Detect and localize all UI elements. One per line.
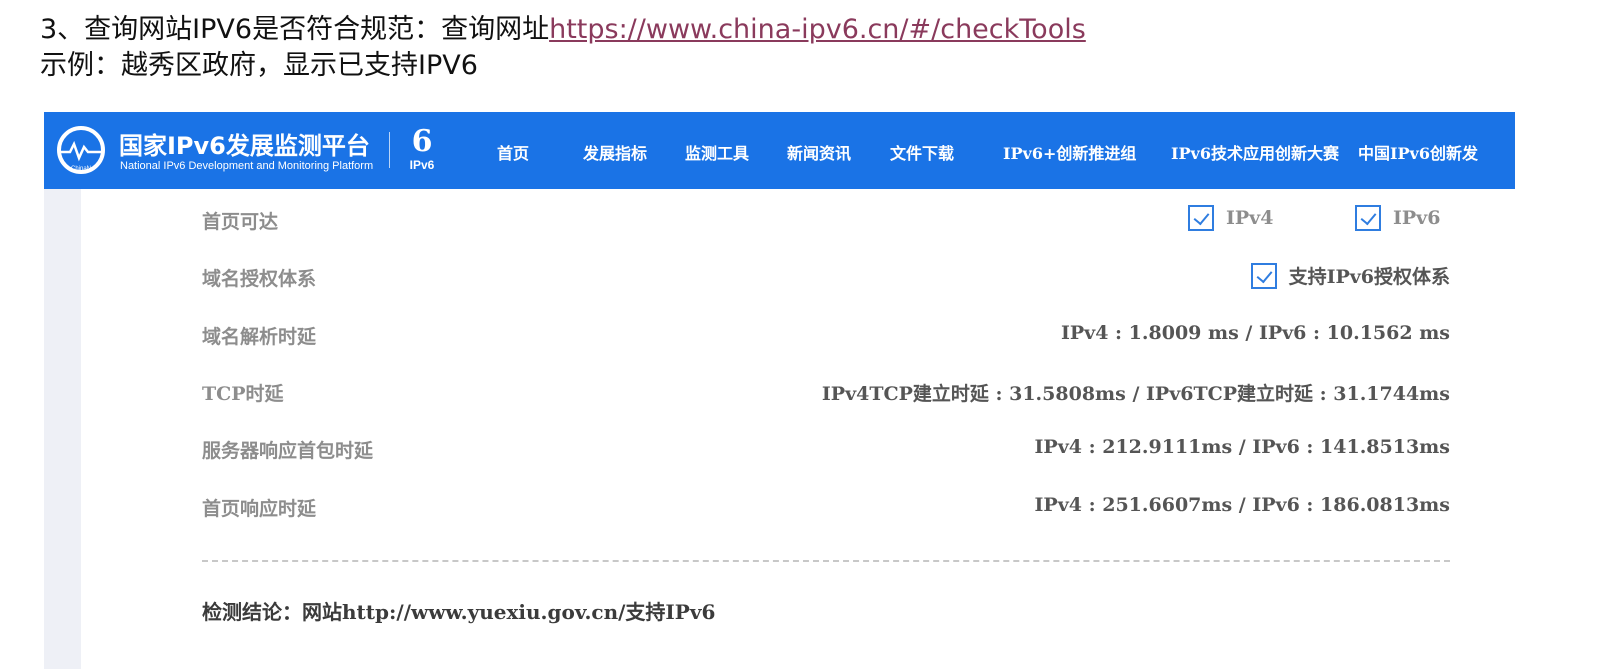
logo-circle-text: ChinaN <box>71 166 91 172</box>
row-value: IPv4 : 1.8009 ms / IPv6 : 10.1562 ms <box>1060 322 1450 344</box>
row-value: IPv4TCP建立时延 : 31.5808ms / IPv6TCP建立时延 : … <box>821 383 1450 405</box>
result-row: 服务器响应首包时延 IPv4 : 212.9111ms / IPv6 : 141… <box>202 436 1450 466</box>
nav-item-tools[interactable]: 监测工具 <box>685 140 749 164</box>
monitor-circle-icon: ChinaN <box>57 126 105 174</box>
ipv6-auth-check[interactable]: 支持IPv6授权体系 <box>1250 262 1450 289</box>
result-row: 域名解析时延 IPv4 : 1.8009 ms / IPv6 : 10.1562… <box>202 322 1450 352</box>
check-label: IPv6 <box>1393 207 1441 229</box>
result-row: TCP时延 IPv4TCP建立时延 : 31.5808ms / IPv6TCP建… <box>202 379 1450 409</box>
row-label: 域名授权体系 <box>202 268 317 290</box>
site-navbar: ChinaN 国家IPv6发展监测平台 National IPv6 Develo… <box>44 112 1515 189</box>
check-label: 支持IPv6授权体系 <box>1288 266 1450 288</box>
row-label: 首页响应时延 <box>202 498 317 520</box>
nav-item-indicators[interactable]: 发展指标 <box>583 140 647 164</box>
check-label: IPv4 <box>1226 207 1274 229</box>
checkbox-checked-icon[interactable] <box>1355 205 1381 231</box>
left-sidebar-strip <box>44 189 81 669</box>
embedded-screenshot: ChinaN 国家IPv6发展监测平台 National IPv6 Develo… <box>44 112 1515 669</box>
nav-item-news[interactable]: 新闻资讯 <box>787 140 851 164</box>
site-logo-subtitle: National IPv6 Development and Monitoring… <box>120 160 374 172</box>
ipv4-check[interactable]: IPv4 <box>1188 205 1273 231</box>
instruction-text: 3、查询网站IPV6是否符合规范：查询网址 <box>40 14 550 45</box>
nav-item-china-ipv6[interactable]: 中国IPv6创新发 <box>1358 140 1478 164</box>
nav-item-contest[interactable]: IPv6技术应用创新大赛 <box>1171 140 1339 164</box>
nav-item-home[interactable]: 首页 <box>497 140 529 164</box>
row-value: IPv4 : 251.6607ms / IPv6 : 186.0813ms <box>1034 494 1450 516</box>
doc-instruction-line: 3、查询网站IPV6是否符合规范：查询网址https://www.china-i… <box>40 14 1086 46</box>
divider-dashed <box>202 560 1450 562</box>
ipv6-logo-mark: 6 IPv6 <box>402 126 442 178</box>
row-label: 服务器响应首包时延 <box>202 440 374 462</box>
logo-divider <box>389 132 390 168</box>
nav-item-ipv6-plus[interactable]: IPv6+创新推进组 <box>1003 140 1136 164</box>
nav-item-downloads[interactable]: 文件下载 <box>890 140 954 164</box>
checkbox-checked-icon[interactable] <box>1188 205 1214 231</box>
row-label: 首页可达 <box>202 211 279 233</box>
ipv6-mark-label: IPv6 <box>409 158 435 172</box>
result-row: 首页响应时延 IPv4 : 251.6607ms / IPv6 : 186.08… <box>202 494 1450 524</box>
result-row: 域名授权体系 支持IPv6授权体系 <box>202 262 1450 294</box>
checktools-link[interactable]: https://www.china-ipv6.cn/#/checkTools <box>549 14 1086 45</box>
result-row: 首页可达 IPv4 IPv6 <box>202 205 1450 237</box>
check-conclusion: 检测结论：网站http://www.yuexiu.gov.cn/支持IPv6 <box>202 600 716 624</box>
ipv6-check[interactable]: IPv6 <box>1355 205 1440 231</box>
site-logo-title[interactable]: 国家IPv6发展监测平台 <box>119 126 370 161</box>
ipv6-six-glyph: 6 <box>411 124 433 159</box>
row-label: 域名解析时延 <box>202 326 317 348</box>
row-label: TCP时延 <box>202 383 284 405</box>
doc-example-line: 示例：越秀区政府，显示已支持IPV6 <box>40 50 478 81</box>
row-value: IPv4 : 212.9111ms / IPv6 : 141.8513ms <box>1034 436 1450 458</box>
checkbox-checked-icon[interactable] <box>1250 262 1277 289</box>
